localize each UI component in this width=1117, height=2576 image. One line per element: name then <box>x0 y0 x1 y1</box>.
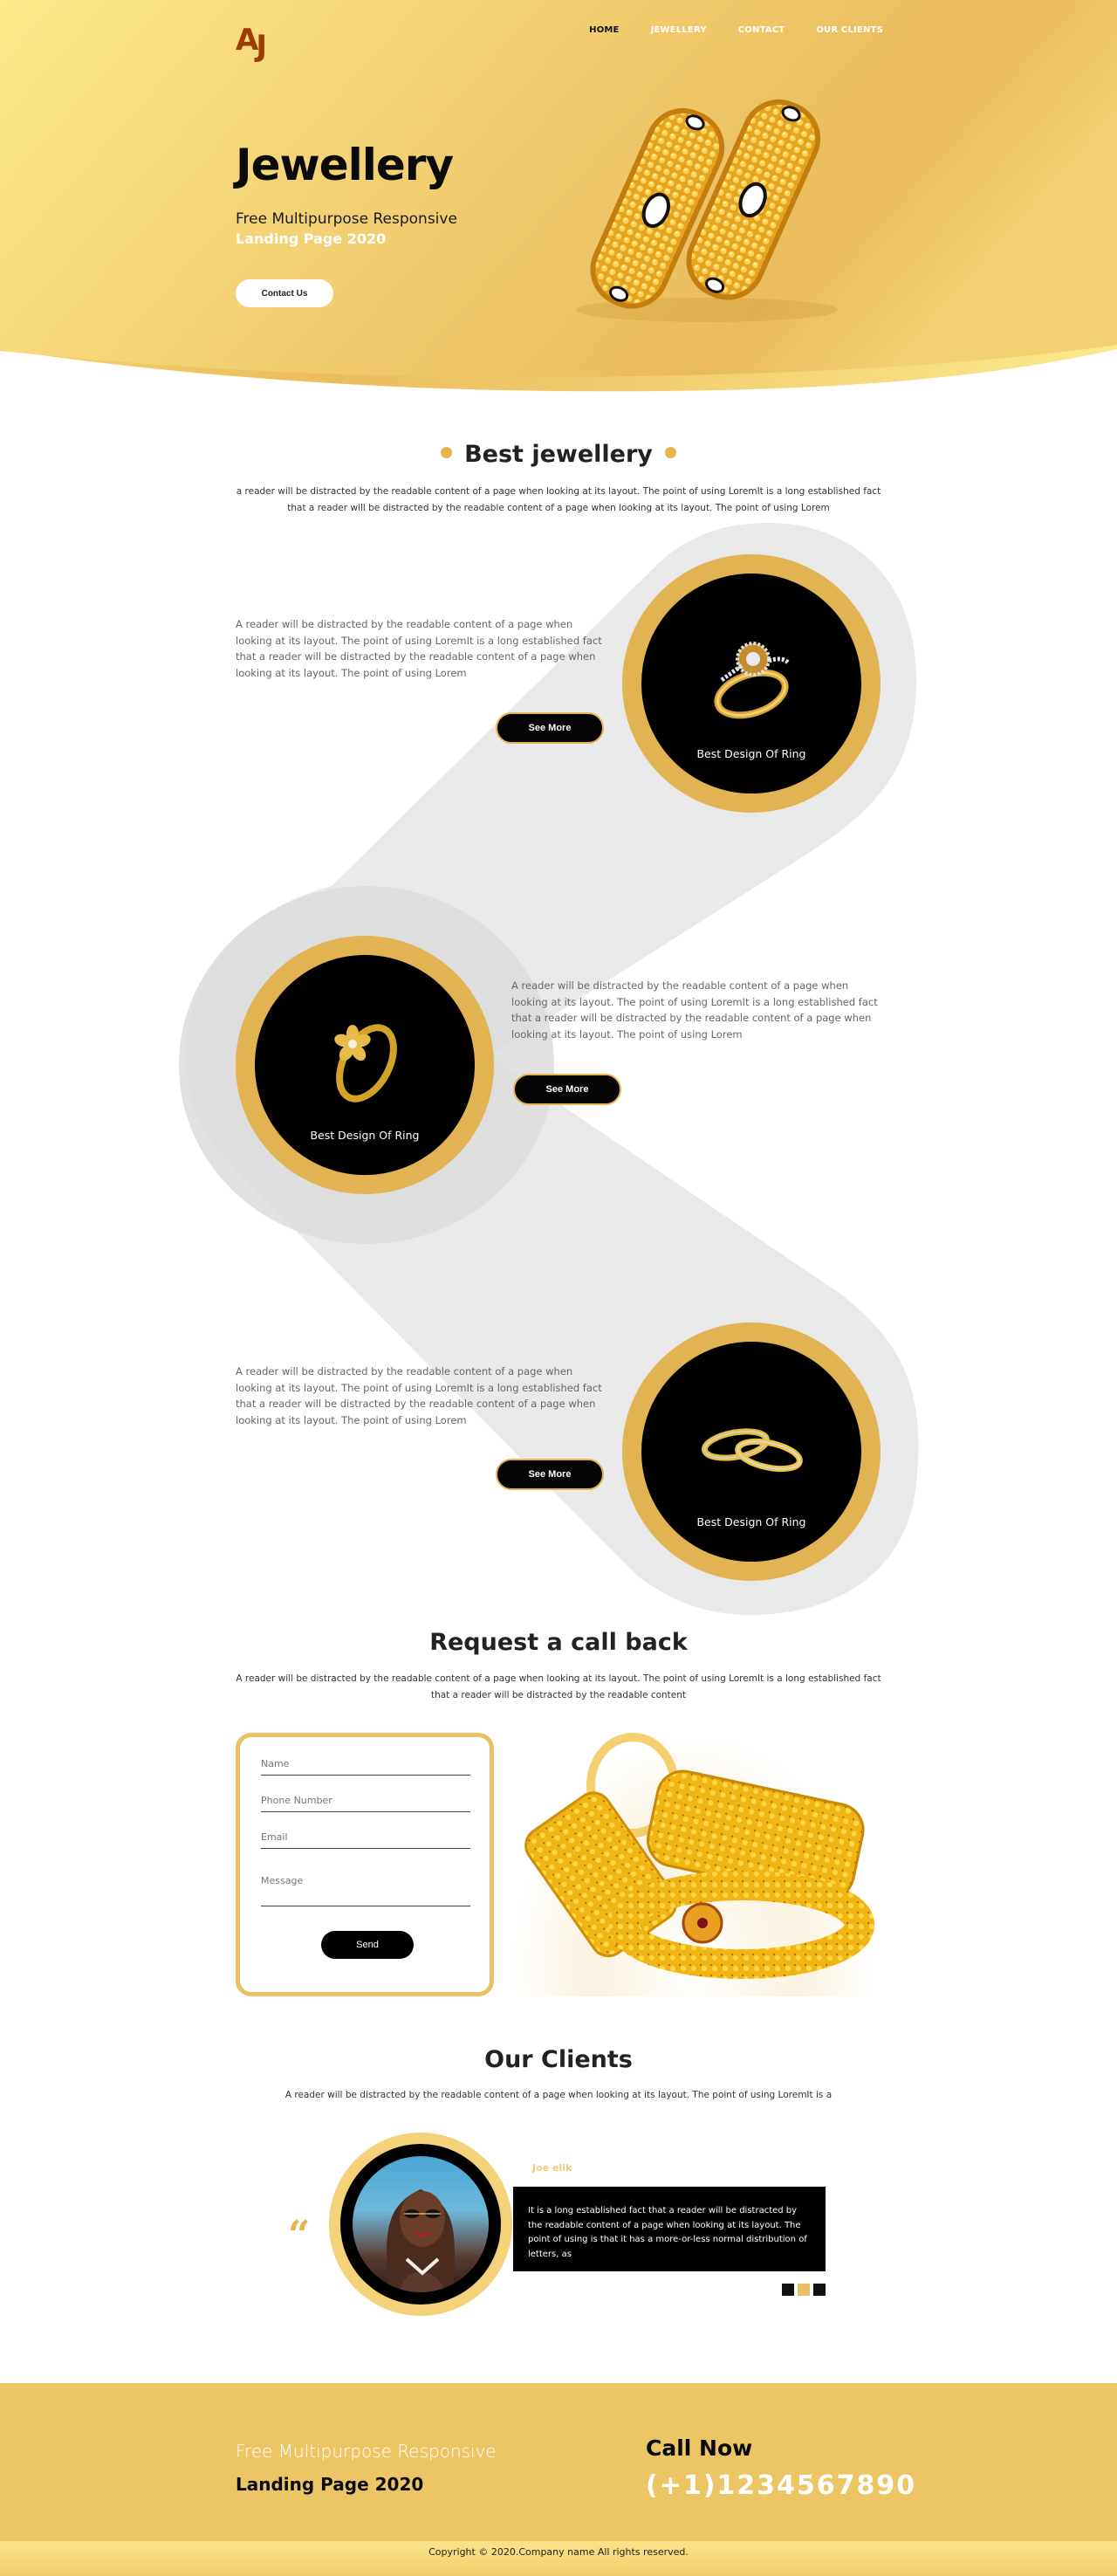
copyright-bar: Copyright © 2020.Company name All rights… <box>0 2541 1117 2576</box>
wedding-bands-icon <box>701 1428 803 1473</box>
feature-3-caption: Best Design Of Ring <box>696 1515 806 1528</box>
phone-field-wrapper <box>261 1795 470 1812</box>
testimonial-text: It is a long established fact that a rea… <box>528 2206 807 2259</box>
logo[interactable]: AJ <box>236 23 267 64</box>
feature-2-image-circle[interactable]: Best Design Of Ring <box>236 936 494 1194</box>
call-now-heading: Call Now <box>646 2435 753 2461</box>
client-avatar-ring <box>329 2133 512 2316</box>
landing-page: AJ HOME JEWELLERY CONTACT OUR CLIENTS Je… <box>0 0 1117 2576</box>
contact-us-button[interactable]: Contact Us <box>236 279 333 307</box>
quote-icon: “ <box>288 2213 311 2257</box>
client-avatar-photo <box>353 2156 489 2292</box>
feature-1-image: Best Design Of Ring <box>641 574 861 793</box>
feature-2-image: Best Design Of Ring <box>255 955 475 1175</box>
send-button[interactable]: Send <box>321 1931 414 1959</box>
feature-1-image-circle[interactable]: Best Design Of Ring <box>622 554 881 813</box>
hero-subtitle: Free Multipurpose Responsive <box>236 210 457 228</box>
title-dot-left <box>441 447 453 458</box>
callback-description: A reader will be distracted by the reada… <box>236 1673 881 1700</box>
gold-bangles-photo <box>511 1733 877 1996</box>
best-jewellery-title-text: Best jewellery <box>464 441 653 468</box>
title-dot-right <box>664 447 676 458</box>
feature-3-image-circle[interactable]: Best Design Of Ring <box>622 1322 881 1581</box>
feature-3-text: A reader will be distracted by the reada… <box>236 1365 602 1426</box>
copyright-text: Copyright © 2020.Company name All rights… <box>428 2546 689 2558</box>
clients-description: A reader will be distracted by the reada… <box>284 2090 833 2100</box>
email-input[interactable] <box>261 1831 470 1848</box>
callback-title: Request a call back <box>429 1629 688 1656</box>
best-jewellery-title: Best jewellery <box>0 441 1117 468</box>
feature-2-text: A reader will be distracted by the reada… <box>511 979 878 1041</box>
feature-1-caption: Best Design Of Ring <box>696 747 806 760</box>
best-jewellery-description: a reader will be distracted by the reada… <box>236 486 881 513</box>
name-input[interactable] <box>261 1758 470 1775</box>
phone-number-link[interactable]: (+1)1234567890 <box>646 2470 916 2501</box>
pager-dot-1[interactable] <box>782 2284 794 2296</box>
logo-letter-j: J <box>256 29 267 64</box>
diamond-ring-icon <box>714 642 790 719</box>
hero-title: Jewellery <box>236 140 454 190</box>
hero-section: AJ HOME JEWELLERY CONTACT OUR CLIENTS Je… <box>0 0 1117 402</box>
nav-jewellery[interactable]: JEWELLERY <box>651 25 707 35</box>
gold-bangles-image <box>576 99 838 322</box>
bangles-stack-icon <box>524 1733 874 1979</box>
logo-letter-a: A <box>236 23 258 58</box>
hero-subtitle-highlight: Landing Page 2020 <box>236 230 387 247</box>
footer-tagline: Free Multipurpose Responsive <box>236 2441 497 2462</box>
email-field-wrapper <box>261 1831 470 1849</box>
feature-2-caption: Best Design Of Ring <box>310 1129 420 1142</box>
feature-3-see-more-button[interactable]: See More <box>496 1459 604 1490</box>
client-avatar-frame <box>340 2144 501 2305</box>
testimonial-box: It is a long established fact that a rea… <box>513 2187 826 2271</box>
nav-contact[interactable]: CONTACT <box>738 25 785 35</box>
nav-home[interactable]: HOME <box>589 25 619 35</box>
flower-ring-icon <box>334 1024 397 1103</box>
pager-dot-3[interactable] <box>813 2284 826 2296</box>
name-field-wrapper <box>261 1758 470 1776</box>
message-textarea[interactable] <box>261 1875 470 1903</box>
pager-dot-2[interactable] <box>798 2284 810 2296</box>
footer-tagline-bold: Landing Page 2020 <box>236 2474 424 2495</box>
nav-our-clients[interactable]: OUR CLIENTS <box>816 25 883 35</box>
person-icon <box>387 2189 455 2292</box>
callback-form: Send <box>236 1733 494 1996</box>
feature-2-see-more-button[interactable]: See More <box>513 1074 621 1105</box>
testimonial-pager <box>782 2284 826 2296</box>
client-name: Joe elik <box>532 2162 572 2174</box>
feature-3-image: Best Design Of Ring <box>641 1342 861 1562</box>
main-nav: HOME JEWELLERY CONTACT OUR CLIENTS <box>589 25 883 35</box>
phone-input[interactable] <box>261 1795 470 1811</box>
feature-1-see-more-button[interactable]: See More <box>496 712 604 744</box>
feature-1-text: A reader will be distracted by the reada… <box>236 618 602 679</box>
clients-title: Our Clients <box>484 2046 633 2073</box>
message-field-wrapper <box>261 1875 470 1906</box>
